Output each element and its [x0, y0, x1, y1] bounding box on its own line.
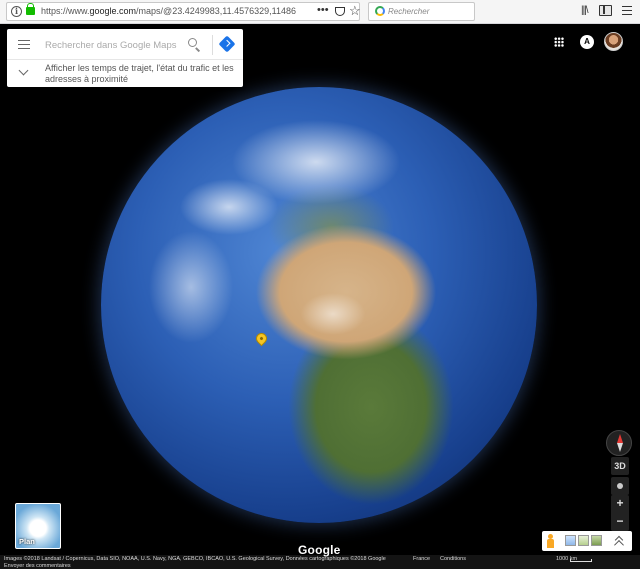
address-bar[interactable]: i https://www.google.com/maps/@23.424998… — [6, 2, 361, 21]
zoom-out-button[interactable]: − — [611, 513, 629, 531]
search-row — [7, 29, 243, 60]
earth-globe[interactable] — [101, 87, 537, 523]
expand-up-icon[interactable] — [614, 535, 624, 545]
scale-bar — [570, 559, 592, 562]
map-canvas[interactable]: Afficher les temps de trajet, l'état du … — [0, 25, 640, 569]
browser-toolbar: i https://www.google.com/maps/@23.424998… — [0, 0, 640, 24]
imagery-thumbnail[interactable] — [591, 535, 602, 546]
menu-icon[interactable] — [622, 6, 632, 15]
browser-search-box[interactable]: Rechercher — [368, 2, 475, 21]
conditions-link[interactable]: Conditions — [440, 556, 466, 562]
search-icon[interactable] — [188, 38, 197, 47]
lock-icon — [26, 3, 35, 15]
nearby-hint[interactable]: Afficher les temps de trajet, l'état du … — [7, 60, 243, 87]
compass-icon[interactable] — [606, 430, 632, 456]
3d-toggle-button[interactable]: 3D — [611, 457, 629, 475]
avatar[interactable] — [604, 32, 623, 51]
map-type-thumbnail[interactable]: Plan — [15, 503, 61, 549]
imagery-widget — [542, 531, 632, 551]
notifications-icon[interactable]: A — [580, 35, 594, 49]
hint-text: Afficher les temps de trajet, l'état du … — [45, 63, 234, 84]
my-location-button[interactable] — [611, 477, 629, 495]
map-footer: Images ©2018 Landsat / Copernicus, Data … — [0, 555, 640, 569]
page-actions-icon[interactable]: ••• — [317, 4, 329, 16]
chevron-down-icon[interactable] — [18, 65, 29, 76]
imagery-thumbnail[interactable] — [565, 535, 576, 546]
divider — [212, 35, 213, 55]
browser-search-placeholder: Rechercher — [388, 7, 430, 16]
info-icon[interactable]: i — [11, 6, 22, 17]
pocket-icon[interactable] — [335, 7, 345, 16]
zoom-control: + − — [611, 495, 629, 531]
zoom-in-button[interactable]: + — [611, 495, 629, 513]
hamburger-menu-icon[interactable] — [18, 40, 30, 49]
imagery-credits: Images ©2018 Landsat / Copernicus, Data … — [4, 556, 386, 562]
country-link[interactable]: France — [413, 556, 430, 562]
imagery-thumbnail[interactable] — [578, 535, 589, 546]
sidebar-icon[interactable] — [599, 5, 612, 16]
bookmark-star-icon[interactable]: ☆ — [349, 3, 361, 19]
pegman-icon[interactable] — [547, 534, 554, 548]
url-text[interactable]: https://www.google.com/maps/@23.4249983,… — [41, 6, 296, 16]
send-feedback-link[interactable]: Envoyer des commentaires — [4, 563, 71, 569]
search-input[interactable] — [45, 37, 185, 53]
library-icon[interactable]: |||\ — [581, 5, 589, 16]
map-type-label: Plan — [19, 537, 35, 546]
search-engine-icon — [375, 6, 385, 16]
directions-icon[interactable] — [218, 35, 236, 53]
page: i https://www.google.com/maps/@23.424998… — [0, 0, 640, 569]
apps-grid-icon[interactable] — [554, 37, 564, 47]
search-card: Afficher les temps de trajet, l'état du … — [7, 29, 243, 87]
